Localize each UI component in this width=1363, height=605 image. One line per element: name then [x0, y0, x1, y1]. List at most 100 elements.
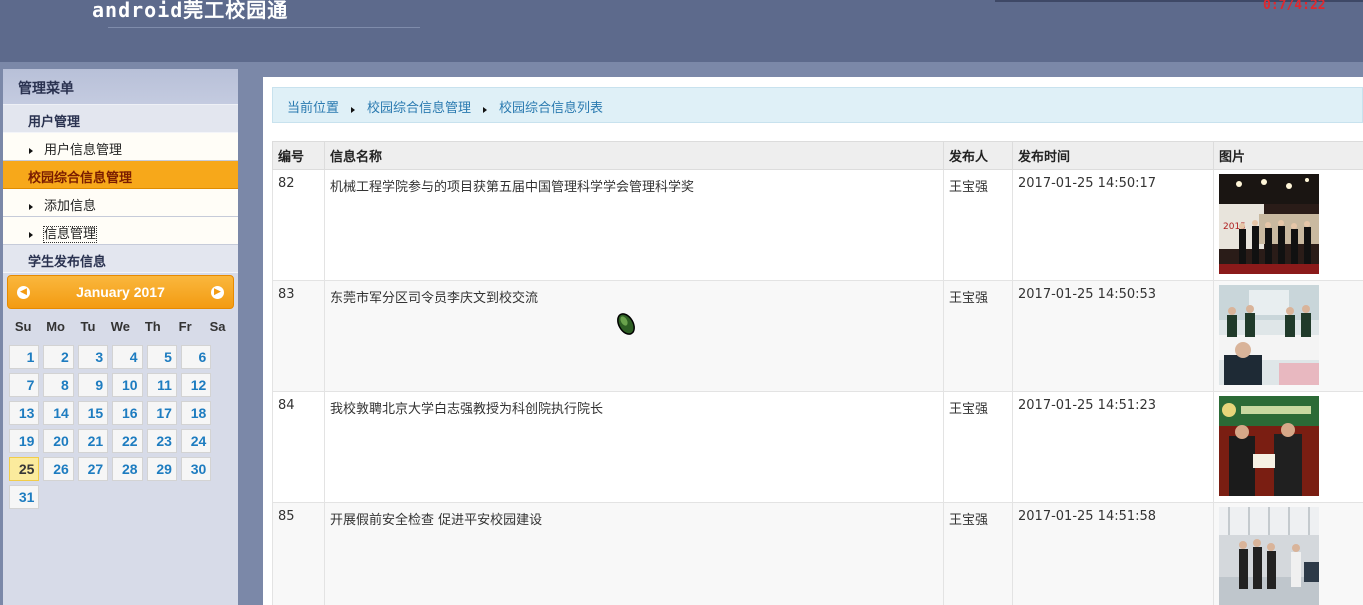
calendar-weekday: Sa — [209, 319, 226, 334]
menu-item-add-info[interactable]: 添加信息 — [3, 189, 238, 217]
calendar-day[interactable]: 12 — [180, 373, 212, 397]
calendar-day[interactable]: 24 — [180, 429, 212, 453]
calendar-weekday: Mo — [46, 319, 65, 334]
calendar: ◀ January 2017 ▶ Su Mo Tu We Th Fr Sa 12345678… — [7, 275, 234, 511]
calendar-day[interactable]: 27 — [77, 457, 109, 481]
calendar-day[interactable]: 22 — [112, 429, 143, 453]
calendar-day[interactable]: 21 — [77, 429, 109, 453]
column-header-author: 发布人 — [943, 141, 1013, 170]
calendar-day[interactable]: 14 — [43, 401, 74, 425]
info-table: 编号 信息名称 发布人 发布时间 图片 82 机械工程学院参与的项目获第五届中国… — [272, 141, 1363, 605]
calendar-weekday: Fr — [178, 319, 192, 334]
breadcrumb: 当前位置 校园综合信息管理 校园综合信息列表 — [272, 87, 1363, 123]
menu-title: 管理菜单 — [3, 69, 238, 105]
calendar-day[interactable]: 15 — [77, 401, 109, 425]
calendar-day[interactable]: 9 — [77, 373, 109, 397]
calendar-day[interactable]: 16 — [112, 401, 143, 425]
calendar-day[interactable]: 17 — [146, 401, 177, 425]
menu-group-user[interactable]: 用户管理 — [3, 105, 238, 133]
calendar-day[interactable]: 1 — [9, 345, 40, 369]
appointment-photo[interactable] — [1219, 396, 1319, 496]
calendar-day[interactable]: 20 — [43, 429, 74, 453]
chevron-right-icon[interactable]: ▶ — [211, 286, 224, 299]
column-header-time: 发布时间 — [1012, 141, 1214, 170]
calendar-weekday: Su — [14, 319, 32, 334]
cell-name: 机械工程学院参与的项目获第五届中国管理科学学会管理科学奖 — [324, 169, 944, 281]
title-divider — [108, 27, 420, 28]
main-panel: 当前位置 校园综合信息管理 校园综合信息列表 编号 信息名称 发布人 发布时间 … — [263, 77, 1363, 605]
arrow-right-icon — [29, 204, 33, 210]
calendar-weekdays: Su Mo Tu We Th Fr Sa — [7, 319, 234, 337]
table-row[interactable]: 82 机械工程学院参与的项目获第五届中国管理科学学会管理科学奖 王宝强 2017… — [272, 169, 1363, 281]
cell-photo — [1213, 280, 1363, 392]
calendar-day[interactable]: 4 — [112, 345, 143, 369]
calendar-day[interactable]: 10 — [112, 373, 143, 397]
mouse-cursor-icon — [617, 313, 635, 335]
calendar-day-today[interactable]: 25 — [9, 457, 40, 481]
cell-time: 2017-01-25 14:51:58 — [1012, 502, 1214, 605]
app-title: android莞工校园通 — [92, 0, 289, 22]
sidebar: 管理菜单 用户管理 用户信息管理 校园综合信息管理 添加信息 信息管理 学生发布… — [3, 69, 238, 605]
table-row[interactable]: 84 我校敦聘北京大学白志强教授为科创院执行院长 王宝强 2017-01-25 … — [272, 391, 1363, 503]
calendar-day[interactable]: 7 — [9, 373, 40, 397]
cell-time: 2017-01-25 14:50:17 — [1012, 169, 1214, 281]
arrow-right-icon — [29, 232, 33, 238]
cell-time: 2017-01-25 14:50:53 — [1012, 280, 1214, 392]
arrow-right-icon — [483, 107, 488, 113]
calendar-day[interactable]: 5 — [146, 345, 177, 369]
calendar-day[interactable]: 19 — [9, 429, 40, 453]
cell-photo: 2015 — [1213, 169, 1363, 281]
cell-id: 85 — [272, 502, 325, 605]
menu-item-label: 用户信息管理 — [44, 143, 123, 158]
calendar-day[interactable]: 18 — [180, 401, 212, 425]
menu-group-campus-info[interactable]: 校园综合信息管理 — [3, 161, 238, 189]
clock-display: 0:7/4:22 — [1263, 0, 1326, 13]
menu-item-info-manage[interactable]: 信息管理 — [3, 217, 238, 245]
cell-photo — [1213, 391, 1363, 503]
menu-item-label: 添加信息 — [44, 199, 97, 214]
calendar-day[interactable]: 31 — [9, 485, 40, 509]
table-row[interactable]: 85 开展假前安全检查 促进平安校园建设 王宝强 2017-01-25 14:5… — [272, 502, 1363, 605]
calendar-day[interactable]: 2 — [43, 345, 74, 369]
calendar-day[interactable]: 29 — [146, 457, 177, 481]
breadcrumb-item[interactable]: 校园综合信息管理 — [367, 97, 471, 116]
breadcrumb-item[interactable]: 当前位置 — [287, 97, 339, 116]
calendar-day[interactable]: 26 — [43, 457, 74, 481]
cell-id: 84 — [272, 391, 325, 503]
award-ceremony-photo[interactable]: 2015 — [1219, 174, 1319, 274]
cell-id: 82 — [272, 169, 325, 281]
cell-time: 2017-01-25 14:51:23 — [1012, 391, 1214, 503]
meeting-photo[interactable] — [1219, 285, 1319, 385]
calendar-day[interactable]: 8 — [43, 373, 74, 397]
cell-name: 开展假前安全检查 促进平安校园建设 — [324, 502, 944, 605]
column-header-id: 编号 — [272, 141, 325, 170]
calendar-days: 1 2 3 4 5 6 7 8 9 10 11 12 13 14 15 16 17 18 19 20 21 22 23 24 2… — [7, 343, 234, 511]
cell-name: 我校敦聘北京大学白志强教授为科创院执行院长 — [324, 391, 944, 503]
calendar-day[interactable]: 13 — [9, 401, 40, 425]
cell-author: 王宝强 — [943, 391, 1013, 503]
calendar-day[interactable]: 6 — [180, 345, 212, 369]
arrow-right-icon — [29, 148, 33, 154]
breadcrumb-item[interactable]: 校园综合信息列表 — [499, 97, 603, 116]
menu-item-label: 信息管理 — [42, 226, 98, 243]
calendar-day[interactable]: 23 — [146, 429, 177, 453]
column-header-photo: 图片 — [1213, 141, 1363, 170]
calendar-day[interactable]: 30 — [180, 457, 212, 481]
calendar-day[interactable]: 3 — [77, 345, 109, 369]
arrow-right-icon — [351, 107, 356, 113]
cell-author: 王宝强 — [943, 280, 1013, 392]
cell-id: 83 — [272, 280, 325, 392]
inspection-photo[interactable] — [1219, 507, 1319, 605]
calendar-month: January 2017 — [76, 284, 165, 300]
calendar-weekday: Th — [144, 319, 161, 334]
calendar-day[interactable]: 28 — [112, 457, 143, 481]
calendar-weekday: Tu — [80, 319, 96, 334]
table-header-row: 编号 信息名称 发布人 发布时间 图片 — [272, 141, 1363, 170]
table-row[interactable]: 83 东莞市军分区司令员李庆文到校交流 王宝强 2017-01-25 14:50… — [272, 280, 1363, 392]
calendar-weekday: We — [110, 319, 130, 334]
menu-item-user-info[interactable]: 用户信息管理 — [3, 133, 238, 161]
calendar-day[interactable]: 11 — [146, 373, 177, 397]
calendar-header: ◀ January 2017 ▶ — [7, 275, 234, 309]
menu-group-student-posts[interactable]: 学生发布信息 — [3, 245, 238, 273]
cell-author: 王宝强 — [943, 169, 1013, 281]
